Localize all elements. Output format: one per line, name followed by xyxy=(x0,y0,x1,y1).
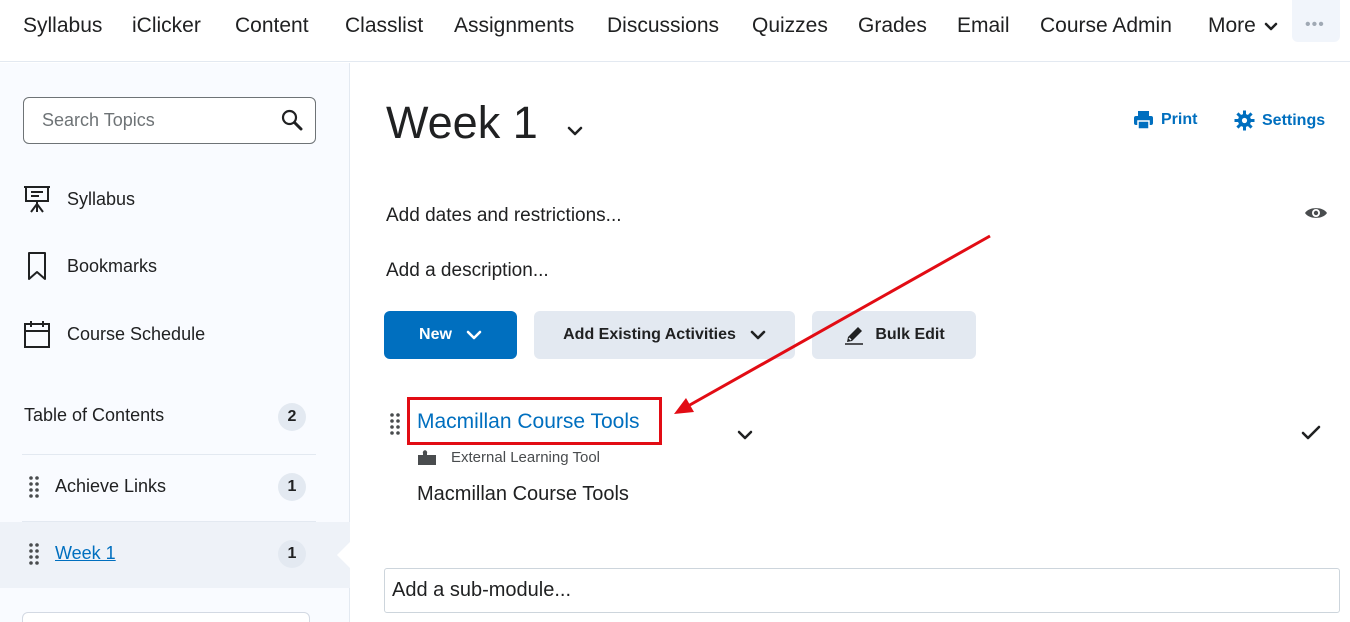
nav-syllabus[interactable]: Syllabus xyxy=(23,14,102,38)
sidebar-link-course-schedule[interactable]: Course Schedule xyxy=(22,319,205,349)
new-button[interactable]: New xyxy=(384,311,517,359)
sidebar-link-syllabus[interactable]: Syllabus xyxy=(22,184,135,214)
topic-title-link[interactable]: Macmillan Course Tools xyxy=(417,410,640,434)
content-sidebar: Search Topics Syllabus Bookmarks Course … xyxy=(0,63,351,622)
add-submodule-label: Add a sub-module... xyxy=(392,579,571,601)
settings-label: Settings xyxy=(1262,111,1326,129)
toc-module-achieve-links[interactable]: Achieve Links 1 xyxy=(0,455,350,521)
sidebar-link-label: Syllabus xyxy=(67,188,136,209)
topic-type-label: External Learning Tool xyxy=(451,449,600,466)
nav-content[interactable]: Content xyxy=(235,14,309,38)
drag-handle-icon[interactable] xyxy=(28,542,40,571)
bulk-edit-button[interactable]: Bulk Edit xyxy=(812,311,976,359)
print-label: Print xyxy=(1161,111,1198,128)
module-count-badge: 1 xyxy=(278,540,306,568)
search-placeholder: Search Topics xyxy=(42,110,155,130)
search-icon[interactable] xyxy=(281,109,303,136)
calendar-icon xyxy=(22,319,52,349)
nav-email[interactable]: Email xyxy=(957,14,1010,38)
checkmark-icon[interactable] xyxy=(1300,424,1322,447)
toc-count-badge: 2 xyxy=(278,403,306,431)
table-of-contents-link[interactable]: Table of Contents xyxy=(24,405,164,426)
active-indicator xyxy=(337,541,351,569)
sidebar-link-bookmarks[interactable]: Bookmarks xyxy=(22,251,157,281)
chevron-down-icon xyxy=(750,330,766,340)
add-existing-label: Add Existing Activities xyxy=(563,326,736,343)
add-existing-activities-button[interactable]: Add Existing Activities xyxy=(534,311,795,359)
add-submodule-field[interactable]: Add a sub-module... xyxy=(384,568,1340,613)
nav-assignments[interactable]: Assignments xyxy=(454,14,574,38)
search-topics-input[interactable]: Search Topics xyxy=(23,97,316,144)
drag-handle-icon[interactable] xyxy=(389,412,401,441)
chevron-down-icon xyxy=(466,330,482,340)
sidebar-link-label: Course Schedule xyxy=(67,323,206,344)
bulk-edit-label: Bulk Edit xyxy=(875,326,945,343)
chevron-down-icon[interactable] xyxy=(566,124,584,142)
nav-course-admin[interactable]: Course Admin xyxy=(1040,14,1172,38)
drag-handle-icon[interactable] xyxy=(28,475,40,504)
toc-module-label: Week 1 xyxy=(55,543,116,563)
nav-grades[interactable]: Grades xyxy=(858,14,927,38)
course-navbar: Syllabus iClicker Content Classlist Assi… xyxy=(0,0,1350,62)
more-dots-icon[interactable]: ••• xyxy=(1292,0,1340,42)
printer-icon xyxy=(1133,110,1154,130)
bookmark-icon xyxy=(22,251,52,281)
add-description-link[interactable]: Add a description... xyxy=(386,260,549,282)
toc-module-week-1[interactable]: Week 1 1 xyxy=(0,522,351,588)
add-module-field[interactable] xyxy=(22,612,310,622)
puzzle-piece-icon xyxy=(417,450,437,471)
gear-icon xyxy=(1234,110,1255,131)
page-title: Week 1 xyxy=(386,97,538,148)
presentation-easel-icon xyxy=(22,184,52,214)
pencil-icon xyxy=(843,324,865,346)
nav-more[interactable]: More xyxy=(1208,14,1278,38)
topic-description: Macmillan Course Tools xyxy=(417,483,629,505)
print-button[interactable]: Print xyxy=(1133,110,1197,130)
new-button-label: New xyxy=(419,326,452,343)
nav-quizzes[interactable]: Quizzes xyxy=(752,14,828,38)
chevron-down-icon[interactable] xyxy=(736,428,754,446)
nav-more-label: More xyxy=(1208,14,1256,37)
module-count-badge: 1 xyxy=(278,473,306,501)
nav-iclicker[interactable]: iClicker xyxy=(132,14,201,38)
eye-icon[interactable] xyxy=(1304,205,1328,226)
toc-module-label: Achieve Links xyxy=(55,476,167,496)
sidebar-link-label: Bookmarks xyxy=(67,255,158,276)
settings-button[interactable]: Settings xyxy=(1234,110,1325,131)
add-dates-link[interactable]: Add dates and restrictions... xyxy=(386,205,622,227)
nav-discussions[interactable]: Discussions xyxy=(607,14,719,38)
nav-classlist[interactable]: Classlist xyxy=(345,14,423,38)
chevron-down-icon xyxy=(1264,14,1278,38)
